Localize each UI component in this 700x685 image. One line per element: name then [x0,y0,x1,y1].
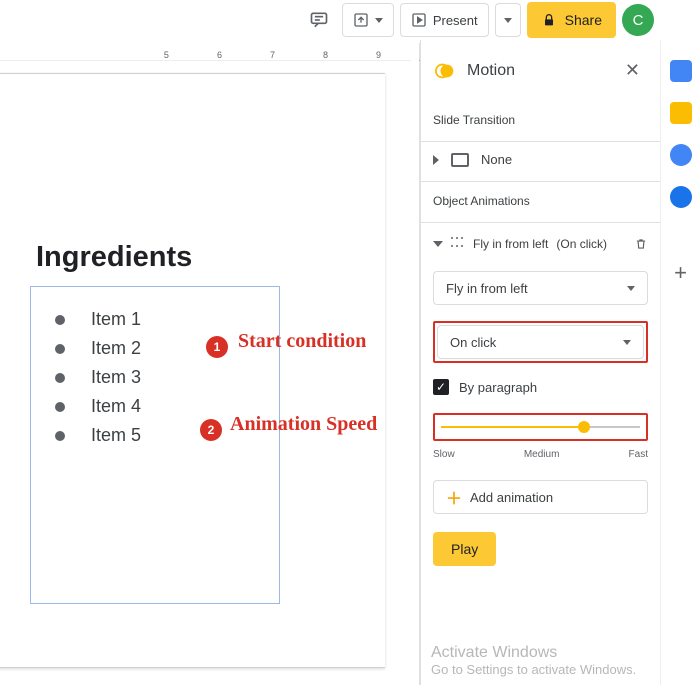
top-toolbar: Present Share C [302,0,660,40]
caret-down-icon [623,340,631,345]
keep-icon[interactable] [670,102,692,124]
lock-icon [541,12,557,28]
bullet-icon [55,373,65,383]
add-addon-button[interactable]: + [674,260,687,286]
motion-icon [435,60,457,82]
calendar-icon[interactable] [670,60,692,82]
upload-dropdown[interactable] [342,3,394,37]
list-item-text: Item 5 [91,425,141,446]
animation-name: Fly in from left [473,237,548,251]
speed-slider-labels: Slow Medium Fast [433,449,648,460]
annotation-badge-1: 1 [206,336,228,358]
bullet-icon [55,315,65,325]
caret-down-icon [375,18,383,23]
motion-panel: Motion ✕ Slide Transition None Object An… [420,40,660,685]
annotation-label-1: Start condition [238,330,366,353]
slide-transition-label: Slide Transition [433,101,648,141]
share-button[interactable]: Share [527,2,616,38]
list-item-text: Item 1 [91,309,141,330]
bullet-icon [55,431,65,441]
delete-icon[interactable] [634,237,648,251]
start-condition-callout: On click [433,321,648,363]
list-item[interactable]: Item 3 [31,363,279,392]
watermark-sub: Go to Settings to activate Windows. [431,662,636,677]
drag-handle-icon[interactable] [451,237,465,251]
transition-value: None [481,152,512,167]
bullet-icon [55,344,65,354]
contacts-icon[interactable] [670,186,692,208]
ruler-tick: 5 [164,50,169,60]
side-rail: + [660,40,700,685]
animation-mode: (On click) [556,237,626,251]
add-animation-button[interactable]: ＋ Add animation [433,480,648,514]
motion-panel-header: Motion ✕ [433,40,648,101]
play-box-icon [411,12,427,28]
annotation-label-2: Animation Speed [230,413,377,436]
start-condition-dropdown[interactable]: On click [437,325,644,359]
close-panel-button[interactable]: ✕ [621,56,644,85]
speed-slider[interactable] [441,419,640,435]
transition-row[interactable]: None [433,142,648,181]
start-condition-value: On click [450,335,496,350]
bullet-icon [55,402,65,412]
animation-row[interactable]: Fly in from left (On click) [433,223,648,265]
comment-icon [309,10,329,30]
tasks-icon[interactable] [670,144,692,166]
slide-title[interactable]: Ingredients [36,241,192,274]
present-dropdown[interactable] [495,3,521,37]
slide-canvas: 5 6 7 8 9 Ingredients Item 1 Item 2 Item… [0,43,420,685]
account-avatar[interactable]: C [622,4,654,36]
by-paragraph-checkbox[interactable]: ✓ [433,379,449,395]
play-label: Play [451,541,478,557]
by-paragraph-row[interactable]: ✓ By paragraph [433,363,648,395]
motion-panel-title: Motion [467,62,611,80]
ruler: 5 6 7 8 9 [0,43,411,61]
speed-label-slow: Slow [433,449,455,460]
slide-icon [451,153,469,167]
plus-icon: ＋ [446,485,462,509]
avatar-initial: C [633,12,644,29]
object-animations-label: Object Animations [433,182,648,222]
upload-icon [353,12,369,28]
list-item-text: Item 2 [91,338,141,359]
speed-label-medium: Medium [524,449,560,460]
present-label: Present [433,13,478,28]
windows-watermark: Activate Windows Go to Settings to activ… [431,644,636,677]
chevron-down-icon [433,241,443,247]
by-paragraph-label: By paragraph [459,380,537,395]
effect-dropdown-value: Fly in from left [446,281,528,296]
present-button[interactable]: Present [400,3,489,37]
effect-dropdown[interactable]: Fly in from left [433,271,648,305]
slide[interactable]: Ingredients Item 1 Item 2 Item 3 Item 4 … [0,73,385,668]
annotation-badge-2: 2 [200,419,222,441]
caret-down-icon [504,18,512,23]
share-label: Share [565,12,602,28]
ruler-tick: 8 [323,50,328,60]
caret-down-icon [627,286,635,291]
add-animation-label: Add animation [470,490,553,505]
comments-button[interactable] [302,3,336,37]
list-item-text: Item 4 [91,396,141,417]
chevron-right-icon [433,155,439,165]
speed-label-fast: Fast [629,449,648,460]
animation-speed-callout [433,413,648,441]
play-button[interactable]: Play [433,532,496,566]
ruler-tick: 9 [376,50,381,60]
watermark-title: Activate Windows [431,644,636,662]
list-item-text: Item 3 [91,367,141,388]
ruler-tick: 6 [217,50,222,60]
ruler-tick: 7 [270,50,275,60]
